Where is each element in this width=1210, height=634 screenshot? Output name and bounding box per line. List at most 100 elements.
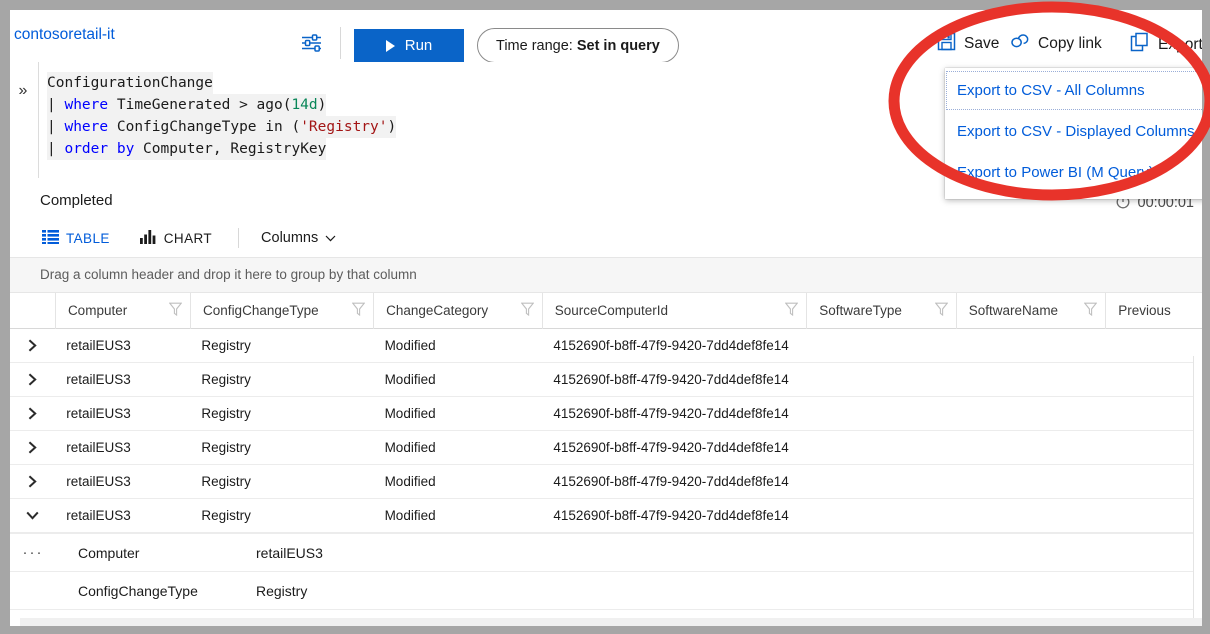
grid-body: retailEUS3RegistryModified4152690f-b8ff-… xyxy=(10,329,1202,626)
query-line: | order by Computer, RegistryKey xyxy=(47,138,326,160)
funnel-filter-icon[interactable] xyxy=(935,302,948,319)
grid-column-header[interactable]: SourceComputerId xyxy=(542,293,807,329)
query-line: | where TimeGenerated > ago(14d) xyxy=(47,94,326,116)
chevron-right-icon[interactable] xyxy=(10,431,54,465)
tabs-divider xyxy=(238,228,239,248)
chevron-right-icon[interactable] xyxy=(10,329,54,363)
group-by-dropzone[interactable]: Drag a column header and drop it here to… xyxy=(10,257,1202,293)
copy-link-label: Copy link xyxy=(1038,35,1102,53)
table-cell xyxy=(806,329,956,363)
table-cell: Registry xyxy=(189,329,372,363)
grid-column-header[interactable]: SoftwareName xyxy=(956,293,1105,329)
table-cell xyxy=(956,499,1106,533)
grid-horizontal-scrollbar[interactable] xyxy=(20,618,1202,626)
export-page-icon xyxy=(1130,32,1150,57)
grid-column-header[interactable]: ConfigChangeType xyxy=(190,293,373,329)
table-row[interactable]: retailEUS3RegistryModified4152690f-b8ff-… xyxy=(10,329,1202,363)
table-cell: Modified xyxy=(373,431,542,465)
tab-chart-label: CHART xyxy=(164,231,212,246)
chevron-down-icon xyxy=(325,230,336,246)
tab-chart[interactable]: CHART xyxy=(140,230,212,247)
table-cell xyxy=(1105,397,1202,431)
grid-column-header[interactable]: SoftwareType xyxy=(806,293,955,329)
export-button[interactable]: Export xyxy=(1130,32,1202,57)
grid-header-row: Computer ConfigChangeType ChangeCategory So… xyxy=(10,293,1202,329)
results-view-tabs: TABLE CHART Columns xyxy=(10,221,1202,255)
export-menu-item[interactable]: Export to CSV - Displayed Columns xyxy=(945,111,1202,152)
export-menu-item[interactable]: Export to CSV - All Columns xyxy=(945,70,1202,111)
run-button[interactable]: Run xyxy=(354,29,464,62)
table-row[interactable]: retailEUS3RegistryModified4152690f-b8ff-… xyxy=(10,397,1202,431)
table-row[interactable]: retailEUS3RegistryModified4152690f-b8ff-… xyxy=(10,499,1202,533)
command-bar-divider xyxy=(340,27,341,59)
grid-column-header[interactable]: ChangeCategory xyxy=(373,293,542,329)
funnel-filter-icon[interactable] xyxy=(521,302,534,319)
grid-column-header-label: SourceComputerId xyxy=(555,303,668,318)
workspace-name-link[interactable]: contosoretail-it xyxy=(14,26,115,44)
sliders-settings-icon[interactable] xyxy=(295,28,329,58)
time-range-prefix: Time range: xyxy=(496,38,573,54)
table-cell: retailEUS3 xyxy=(54,499,189,533)
export-dropdown-menu[interactable]: Export to CSV - All ColumnsExport to CSV… xyxy=(945,68,1202,199)
chevron-down-icon[interactable] xyxy=(10,499,54,533)
query-text[interactable]: ConfigurationChange | where TimeGenerate… xyxy=(47,72,396,160)
group-by-hint: Drag a column header and drop it here to… xyxy=(40,267,417,282)
funnel-filter-icon[interactable] xyxy=(785,302,798,319)
grid-column-header-label: SoftwareName xyxy=(969,303,1058,318)
table-cell: Modified xyxy=(373,465,542,499)
grid-column-header-label: Computer xyxy=(68,303,127,318)
time-range-picker[interactable]: Time range: Set in query xyxy=(477,28,679,63)
save-disk-icon xyxy=(937,32,956,56)
table-cell xyxy=(806,363,956,397)
chevron-right-icon[interactable] xyxy=(10,397,54,431)
table-row[interactable]: retailEUS3RegistryModified4152690f-b8ff-… xyxy=(10,431,1202,465)
copy-link-button[interactable]: Copy link xyxy=(1010,32,1102,55)
columns-dropdown[interactable]: Columns xyxy=(261,230,336,246)
table-grid-icon xyxy=(42,230,59,247)
table-cell xyxy=(806,465,956,499)
table-row[interactable]: retailEUS3RegistryModified4152690f-b8ff-… xyxy=(10,363,1202,397)
chevron-right-icon[interactable] xyxy=(10,363,54,397)
save-label: Save xyxy=(964,35,999,53)
link-chain-icon xyxy=(1010,32,1030,55)
export-menu-item[interactable]: Export to Power BI (M Query) xyxy=(945,152,1202,193)
query-line: | where ConfigChangeType in ('Registry') xyxy=(47,116,396,138)
results-pane: Completed 00:00:01 xyxy=(10,183,1202,626)
grid-column-header[interactable]: Previous xyxy=(1105,293,1202,329)
grid-vertical-scrollbar[interactable] xyxy=(1193,356,1202,626)
table-row[interactable]: retailEUS3RegistryModified4152690f-b8ff-… xyxy=(10,465,1202,499)
table-cell xyxy=(956,363,1106,397)
grid-header-expand-spacer xyxy=(10,293,55,329)
table-cell xyxy=(956,465,1106,499)
save-button[interactable]: Save xyxy=(937,32,999,56)
detail-field-value: retailEUS3 xyxy=(256,545,323,561)
chevron-right-icon[interactable] xyxy=(10,465,54,499)
grid-column-header-label: ConfigChangeType xyxy=(203,303,319,318)
command-bar: contosoretail-it Run Time range xyxy=(10,10,1202,62)
funnel-filter-icon[interactable] xyxy=(352,302,365,319)
double-chevron-right-icon[interactable]: » xyxy=(10,82,36,100)
table-cell: 4152690f-b8ff-47f9-9420-7dd4def8fe14 xyxy=(541,499,806,533)
grid-column-header[interactable]: Computer xyxy=(55,293,190,329)
table-cell xyxy=(1105,363,1202,397)
tab-table[interactable]: TABLE xyxy=(42,230,110,247)
tab-table-label: TABLE xyxy=(66,231,110,246)
table-cell xyxy=(1105,465,1202,499)
play-triangle-icon xyxy=(386,40,395,52)
table-cell xyxy=(1105,329,1202,363)
bar-chart-icon xyxy=(140,230,157,247)
grid-column-header-label: SoftwareType xyxy=(819,303,902,318)
table-cell: retailEUS3 xyxy=(54,363,189,397)
detail-field-name: Computer xyxy=(56,545,256,561)
editor-left-rail xyxy=(38,62,39,178)
table-cell: Modified xyxy=(373,499,542,533)
status-text: Completed xyxy=(40,192,113,209)
table-cell: 4152690f-b8ff-47f9-9420-7dd4def8fe14 xyxy=(541,363,806,397)
results-grid[interactable]: Computer ConfigChangeType ChangeCategory So… xyxy=(10,293,1202,626)
funnel-filter-icon[interactable] xyxy=(1084,302,1097,319)
table-cell: Registry xyxy=(189,363,372,397)
export-label: Export xyxy=(1158,36,1202,54)
ellipsis-icon[interactable]: ··· xyxy=(10,544,56,561)
funnel-filter-icon[interactable] xyxy=(169,302,182,319)
detail-field-name: ConfigChangeType xyxy=(56,583,256,599)
